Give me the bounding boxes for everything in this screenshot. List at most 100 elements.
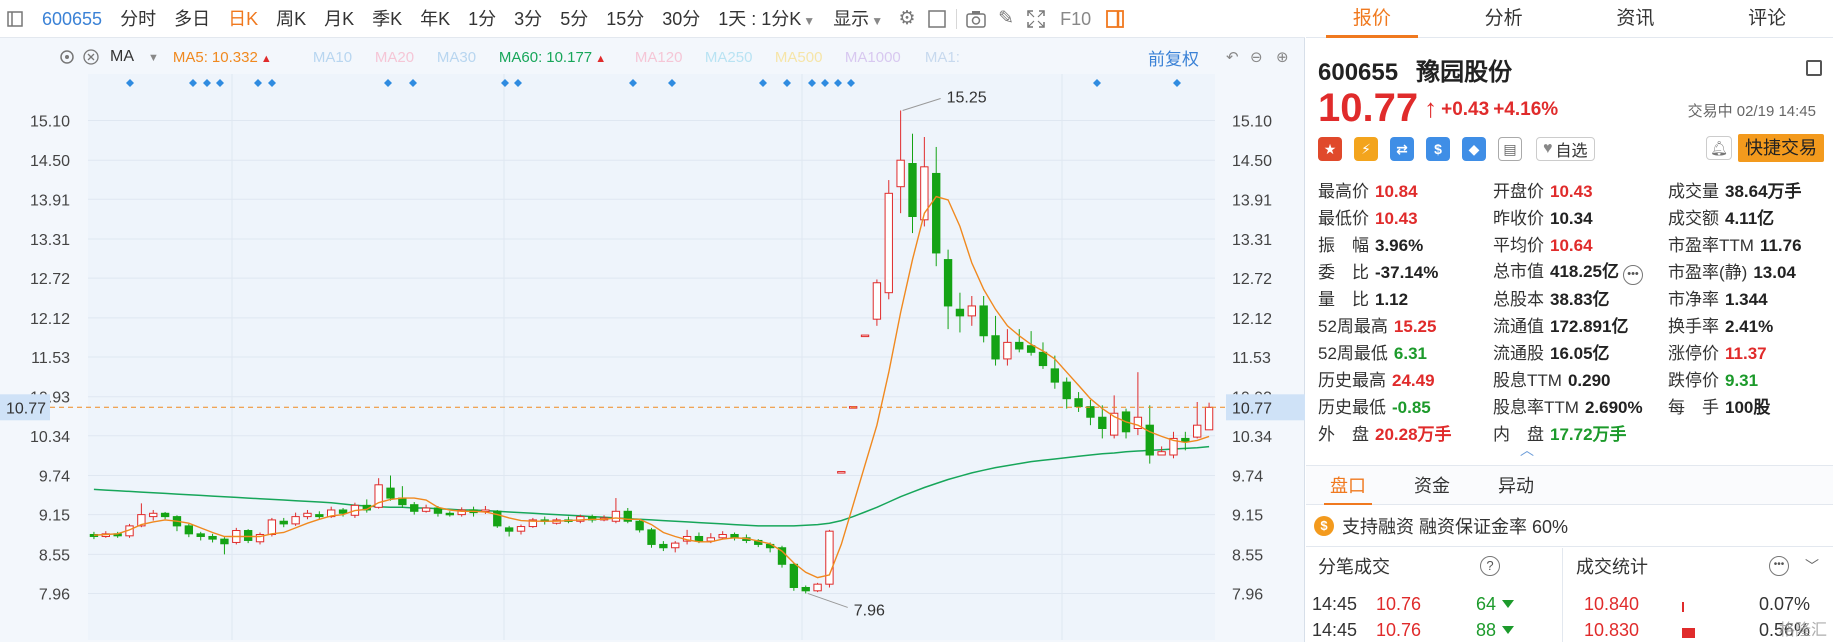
quote-label: 52周最低: [1318, 344, 1388, 363]
quote-cell: 市盈率(静) 13.04: [1668, 258, 1828, 283]
margin-info: $ 支持融资 融资保证金率 60%: [1306, 505, 1833, 547]
quote-label: 内 盘: [1493, 425, 1544, 444]
period-tab[interactable]: 周K: [267, 0, 315, 38]
period-tab[interactable]: 15分: [597, 0, 653, 38]
stat-bar: [1682, 602, 1684, 612]
tab-quote[interactable]: 报价: [1306, 0, 1438, 38]
y-tick-right: 14.50: [1232, 153, 1272, 170]
quote-value: 172.891亿: [1550, 317, 1629, 336]
candle-body: [291, 516, 300, 525]
period-tab[interactable]: 年K: [411, 0, 459, 38]
china-flag-icon[interactable]: ★: [1318, 137, 1342, 161]
pencil-icon[interactable]: ✎: [991, 0, 1021, 38]
more-icon[interactable]: •••: [1769, 556, 1789, 576]
period-tab[interactable]: 月K: [315, 0, 363, 38]
draw-box-icon[interactable]: [922, 0, 952, 38]
quote-table: 最高价 10.84 开盘价 10.43 成交量 38.64万手 最低价 10.43 昨收价 10.…: [1318, 176, 1830, 446]
candle-body: [647, 529, 656, 545]
quote-row: 外 盘 20.28万手 内 盘 17.72万手: [1318, 419, 1830, 446]
candle-body: [433, 507, 443, 514]
tag-icon[interactable]: ◆: [1462, 137, 1486, 161]
period-tab[interactable]: 多日: [165, 0, 219, 38]
quote-row: 52周最低 6.31 流通股 16.05亿 涨停价 11.37: [1318, 338, 1830, 365]
period-select[interactable]: 1天 : 1分K ▼: [709, 0, 824, 38]
candle-body: [635, 520, 644, 531]
candle-body: [1157, 451, 1166, 456]
side-panel-icon[interactable]: [1100, 0, 1130, 38]
period-tab[interactable]: 5分: [551, 0, 597, 38]
subtab-orderbook[interactable]: 盘口: [1306, 466, 1390, 505]
more-icon[interactable]: •••: [1623, 264, 1643, 285]
period-tab[interactable]: 1分: [459, 0, 505, 38]
stat-row: 10.840 0.07%: [1574, 594, 1824, 618]
bell-icon[interactable]: 🔔︎: [1706, 136, 1732, 160]
quote-cell: 历史最低 -0.85: [1318, 393, 1493, 418]
quote-label: 跌停价: [1668, 371, 1719, 390]
period-tab[interactable]: 30分: [653, 0, 709, 38]
quote-label: 每 手: [1668, 398, 1719, 417]
stock-title: 600655 豫园股份: [1318, 52, 1828, 87]
quick-trade-button[interactable]: 快捷交易: [1738, 134, 1824, 162]
quote-row: 历史最低 -0.85 股息率TTM 2.690% 每 手 100股: [1318, 392, 1830, 419]
quote-label: 开盘价: [1493, 182, 1544, 201]
arrow-down-icon: [1502, 600, 1514, 608]
shuffle-icon[interactable]: ⇄: [1390, 137, 1414, 161]
lightning-icon[interactable]: ⚡: [1354, 137, 1378, 161]
quote-cell: 振 幅 3.96%: [1318, 231, 1493, 256]
period-tab[interactable]: 日K: [219, 0, 267, 38]
sidebar-toggle-icon[interactable]: [0, 0, 30, 38]
candle-body: [1003, 341, 1012, 360]
panel-layout-icon[interactable]: [1806, 60, 1822, 76]
notes-icon[interactable]: ▤: [1498, 137, 1522, 161]
price-tag-text: 10.77: [6, 400, 46, 417]
add-watchlist-button[interactable]: ♥ 自选: [1536, 137, 1595, 161]
y-tick-right: 9.15: [1232, 508, 1263, 525]
quote-label: 昨收价: [1493, 209, 1544, 228]
help-icon[interactable]: ?: [1480, 556, 1500, 576]
kline-chart[interactable]: 15.10 15.10 14.50 14.50 13.91 13.91 13.31 13.31…: [0, 38, 1305, 642]
chevron-down-icon[interactable]: ﹀: [1805, 556, 1819, 576]
y-tick-right: 8.55: [1232, 547, 1263, 564]
quote-cell: 市净率 1.344: [1668, 285, 1828, 310]
quote-value: 1.12: [1375, 290, 1409, 309]
period-tab[interactable]: 分时: [111, 0, 165, 38]
dollar-icon[interactable]: $: [1426, 137, 1450, 161]
quote-label: 市净率: [1668, 290, 1719, 309]
period-tab[interactable]: 季K: [363, 0, 411, 38]
sub-tabs: 盘口 资金 异动: [1306, 465, 1833, 505]
subtab-funds[interactable]: 资金: [1390, 466, 1474, 504]
quote-value: 2.41%: [1725, 317, 1774, 336]
display-menu[interactable]: 显示 ▼: [824, 0, 892, 38]
chevron-up-icon[interactable]: ︿: [1520, 440, 1534, 460]
quote-cell: 涨停价 11.37: [1668, 339, 1828, 364]
price-change-pct: +4.16%: [1493, 99, 1559, 120]
period-tab[interactable]: 3分: [505, 0, 551, 38]
candle-body: [801, 586, 810, 592]
tab-analysis[interactable]: 分析: [1438, 0, 1570, 37]
quote-cell: 成交量 38.64万手: [1668, 177, 1828, 202]
fullscreen-icon[interactable]: [1021, 0, 1051, 38]
f10-button[interactable]: F10: [1051, 0, 1100, 38]
candle-body: [860, 334, 870, 338]
subtab-alerts[interactable]: 异动: [1474, 466, 1558, 504]
y-tick-left: 14.50: [30, 153, 70, 170]
quote-label: 流通股: [1493, 344, 1544, 363]
quote-value: 17.72万手: [1550, 425, 1627, 444]
high-label: 15.25: [947, 90, 987, 107]
quote-label: 成交额: [1668, 209, 1719, 228]
stats-title: 成交统计: [1576, 557, 1648, 577]
candle-body: [1062, 381, 1071, 400]
candle-body: [908, 163, 917, 218]
quote-value: 6.31: [1393, 344, 1428, 363]
tab-comments[interactable]: 评论: [1701, 0, 1833, 37]
settings-gear-icon[interactable]: ⚙: [892, 0, 922, 38]
quote-cell: 股息率TTM 2.690%: [1493, 393, 1668, 418]
quote-tabs: 报价 分析 资讯 评论: [1306, 0, 1833, 38]
y-tick-left: 15.10: [30, 113, 70, 130]
camera-icon[interactable]: [961, 0, 991, 38]
y-tick-left: 13.91: [30, 192, 70, 209]
tab-news[interactable]: 资讯: [1570, 0, 1702, 37]
toolbar-code[interactable]: 600655: [30, 0, 111, 38]
stock-code: 600655: [1318, 59, 1399, 86]
price-tag-text: 10.77: [1232, 400, 1272, 417]
